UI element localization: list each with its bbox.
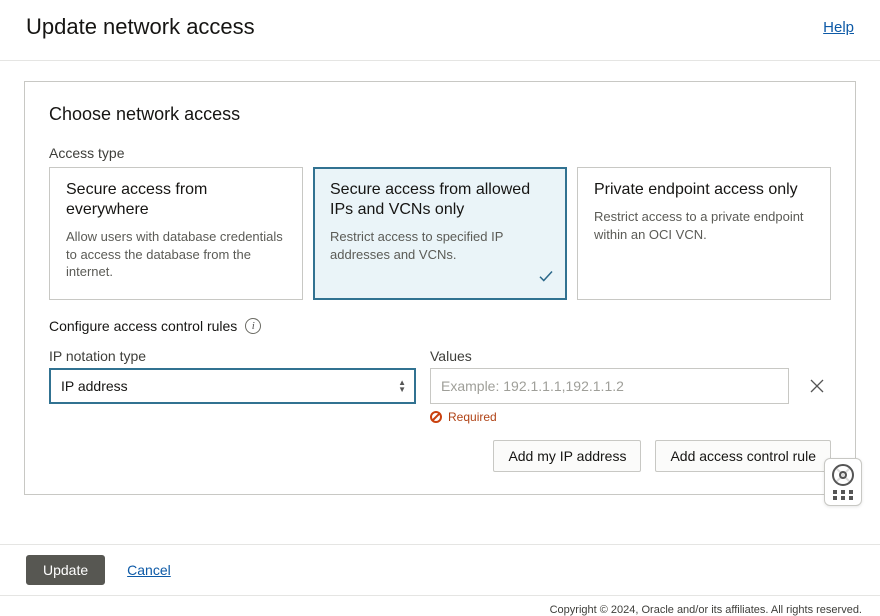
error-icon — [430, 411, 442, 423]
values-label: Values — [430, 348, 789, 364]
card-title: Choose network access — [49, 104, 831, 125]
option-secure-everywhere[interactable]: Secure access from everywhere Allow user… — [49, 167, 303, 300]
info-icon[interactable]: i — [245, 318, 261, 334]
add-my-ip-button[interactable]: Add my IP address — [493, 440, 641, 472]
copyright-text: Copyright © 2024, Oracle and/or its affi… — [0, 596, 880, 616]
required-text: Required — [448, 410, 497, 424]
add-rule-button[interactable]: Add access control rule — [655, 440, 831, 472]
update-button[interactable]: Update — [26, 555, 105, 585]
option-desc: Allow users with database credentials to… — [66, 228, 286, 281]
access-type-label: Access type — [49, 145, 831, 161]
ip-type-label: IP notation type — [49, 348, 416, 364]
option-private-endpoint[interactable]: Private endpoint access only Restrict ac… — [577, 167, 831, 300]
option-title: Private endpoint access only — [594, 180, 814, 200]
check-icon — [537, 267, 555, 290]
option-title: Secure access from allowed IPs and VCNs … — [330, 180, 550, 220]
grid-icon — [832, 490, 854, 500]
cancel-link[interactable]: Cancel — [127, 562, 171, 578]
remove-rule-button[interactable] — [803, 368, 831, 404]
help-widget[interactable] — [824, 458, 862, 506]
acl-label: Configure access control rules — [49, 318, 237, 334]
network-access-card: Choose network access Access type Secure… — [24, 81, 856, 495]
lifebuoy-icon — [832, 464, 854, 486]
option-allowed-ips-vcns[interactable]: Secure access from allowed IPs and VCNs … — [313, 167, 567, 300]
values-input[interactable] — [430, 368, 789, 404]
ip-type-select[interactable]: ▲▼ — [49, 368, 416, 404]
ip-type-value[interactable] — [51, 370, 414, 402]
page-title: Update network access — [26, 14, 255, 40]
option-desc: Restrict access to a private endpoint wi… — [594, 208, 814, 243]
option-desc: Restrict access to specified IP addresse… — [330, 228, 550, 263]
option-title: Secure access from everywhere — [66, 180, 286, 220]
help-link[interactable]: Help — [823, 19, 854, 36]
